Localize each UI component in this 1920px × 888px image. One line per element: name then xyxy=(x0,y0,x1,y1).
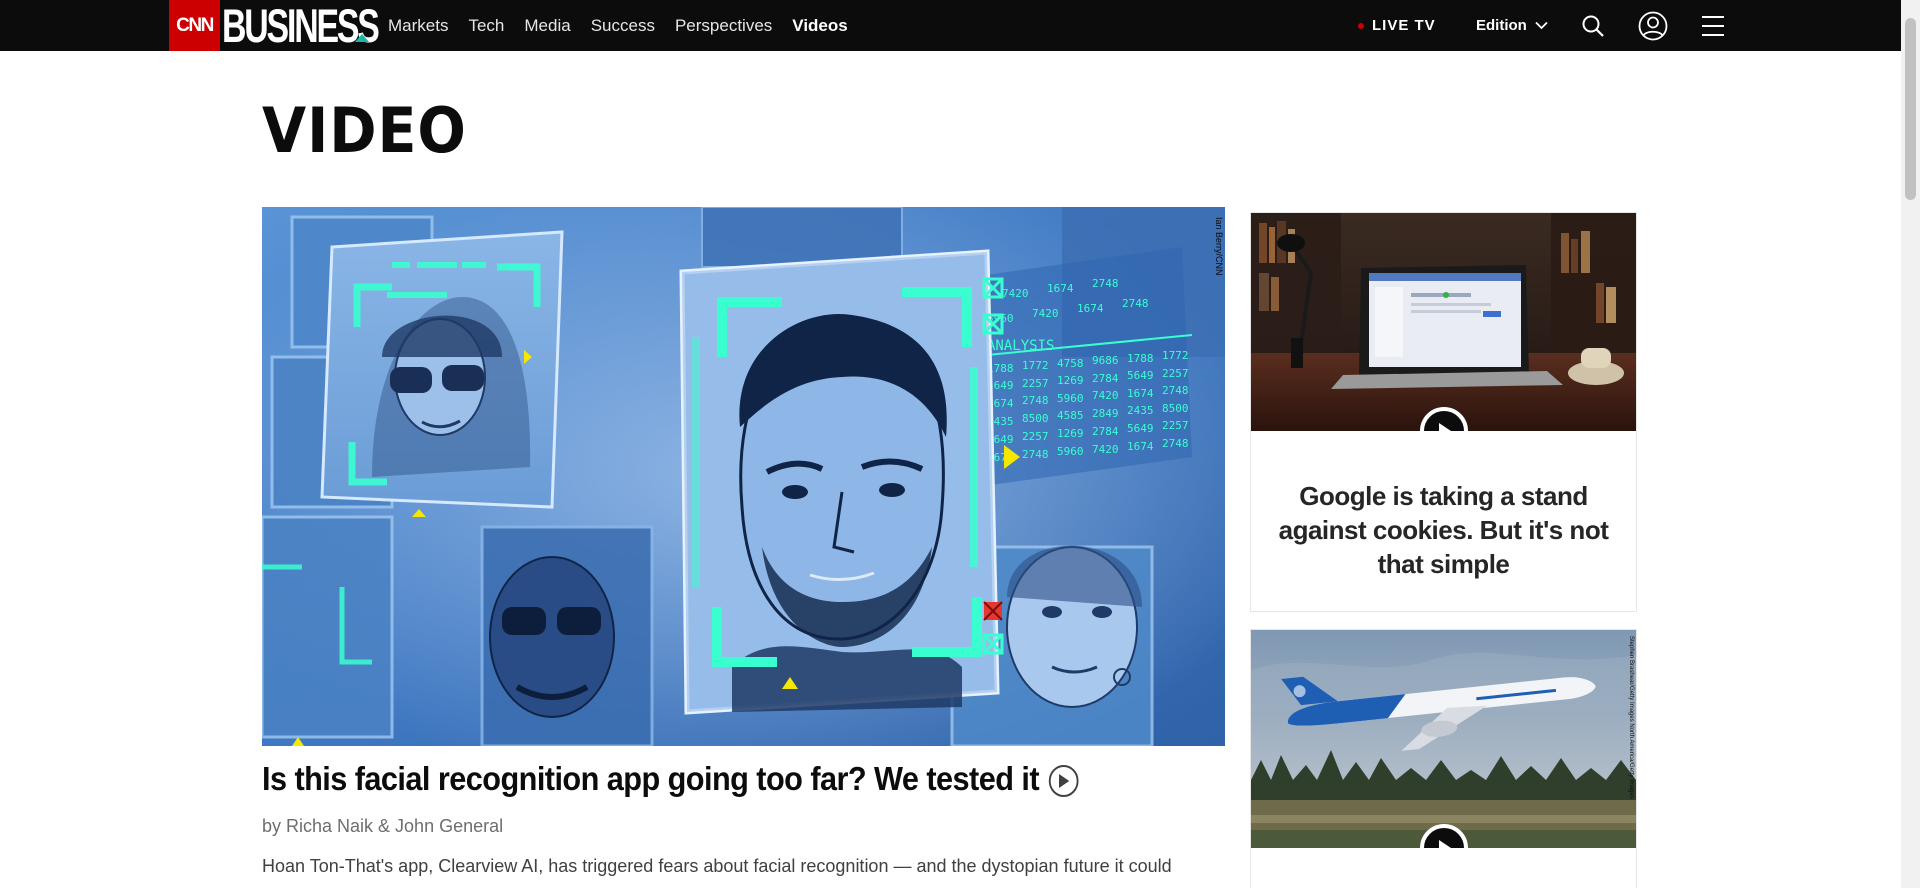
hud-number: 7420 xyxy=(1092,389,1119,402)
hud-number: 1674 xyxy=(1077,302,1104,315)
section-nav: Markets Tech Media Success Perspectives … xyxy=(388,0,848,51)
hud-number: 1674 xyxy=(1047,282,1074,295)
top-navigation-bar: CNN BUSINESS Markets Tech Media Success … xyxy=(0,0,1901,51)
hud-number: 2748 xyxy=(1022,394,1049,407)
hud-number: 2257 xyxy=(1022,377,1049,390)
hud-number: 2748 xyxy=(1162,437,1189,450)
lead-byline: by Richa Naik & John General xyxy=(262,816,504,836)
scrollbar-thumb[interactable] xyxy=(1905,18,1916,200)
hud-number: 1674 xyxy=(1127,440,1154,453)
nav-link-tech[interactable]: Tech xyxy=(468,16,504,36)
hud-number: 1674 xyxy=(1127,387,1154,400)
hud-number: 2748 xyxy=(1022,448,1049,461)
side-video-card[interactable]: Google is taking a stand against cookies… xyxy=(1250,212,1637,612)
logo-triangle-icon xyxy=(355,34,369,42)
lead-video-title: Is this facial recognition app going too… xyxy=(262,760,1040,797)
hud-number: 1788 xyxy=(1127,352,1154,365)
lead-video-thumbnail[interactable]: 7420 1674 2748 5960 7420 1674 2748 ANALY… xyxy=(262,207,1225,746)
lead-description: Hoan Ton-That's app, Clearview AI, has t… xyxy=(262,856,1172,876)
business-logo[interactable]: BUSINESS xyxy=(222,0,380,51)
hud-number: 5649 xyxy=(1127,422,1154,435)
nav-link-media[interactable]: Media xyxy=(524,16,570,36)
hud-number: 2257 xyxy=(1022,430,1049,443)
live-dot-icon xyxy=(1358,22,1364,29)
side-video-thumbnail[interactable] xyxy=(1251,213,1636,431)
page-title: VIDEO xyxy=(262,94,467,167)
hud-number: 9686 xyxy=(1092,354,1119,367)
live-tv-link[interactable]: LIVE TV xyxy=(1358,0,1436,51)
side-video-thumbnail[interactable]: Stephen Brashear/Getty Images North Amer… xyxy=(1251,630,1636,848)
hud-number: 4585 xyxy=(1057,409,1084,422)
nav-link-success[interactable]: Success xyxy=(591,16,655,36)
lead-image-credit: Ian Berry/CNN xyxy=(1214,217,1224,276)
chevron-down-icon xyxy=(1535,17,1548,34)
edition-label: Edition xyxy=(1476,17,1527,34)
side-video-card[interactable]: Stephen Brashear/Getty Images North Amer… xyxy=(1250,629,1637,888)
hud-number: 5960 xyxy=(1057,445,1084,458)
hud-number: 2784 xyxy=(1092,425,1119,438)
hud-number: 4758 xyxy=(1057,357,1084,370)
hud-number: 2849 xyxy=(1092,407,1119,420)
edition-dropdown[interactable]: Edition xyxy=(1476,0,1548,51)
search-icon[interactable] xyxy=(1577,10,1609,42)
hud-number: 5960 xyxy=(1057,392,1084,405)
hud-number: 8500 xyxy=(1162,402,1189,415)
hud-number: 2748 xyxy=(1092,277,1119,290)
hud-number: 1772 xyxy=(1162,349,1189,362)
hud-number: 2784 xyxy=(1092,372,1119,385)
nav-link-perspectives[interactable]: Perspectives xyxy=(675,16,772,36)
hud-number: 2257 xyxy=(1162,419,1189,432)
hud-number: 2257 xyxy=(1162,367,1189,380)
hud-number: 7420 xyxy=(1092,443,1119,456)
lead-video-headline[interactable]: Is this facial recognition app going too… xyxy=(262,760,1155,798)
side-video-title[interactable]: Google is taking a stand against cookies… xyxy=(1251,431,1636,611)
hamburger-menu-icon[interactable] xyxy=(1697,10,1729,42)
nav-link-markets[interactable]: Markets xyxy=(388,16,448,36)
nav-link-videos[interactable]: Videos xyxy=(792,16,847,36)
hud-number: 1772 xyxy=(1022,359,1049,372)
hud-number: 7420 xyxy=(1002,287,1029,300)
hud-number: 1269 xyxy=(1057,427,1084,440)
side-image-credit: Stephen Brashear/Getty Images North Amer… xyxy=(1628,636,1634,799)
hud-number: 7420 xyxy=(1032,307,1059,320)
cnn-logo[interactable]: CNN xyxy=(169,0,220,51)
live-tv-label: LIVE TV xyxy=(1372,17,1436,34)
hud-number: 2435 xyxy=(1127,404,1154,417)
hud-number: 8500 xyxy=(1022,412,1049,425)
hud-number: 5649 xyxy=(1127,369,1154,382)
hud-number: 1269 xyxy=(1057,374,1084,387)
hud-number: 2748 xyxy=(1122,297,1149,310)
page-scrollbar[interactable] xyxy=(1901,0,1920,888)
play-circle-icon[interactable] xyxy=(1048,765,1079,797)
hud-number: 2748 xyxy=(1162,384,1189,397)
user-account-icon[interactable] xyxy=(1637,10,1669,42)
